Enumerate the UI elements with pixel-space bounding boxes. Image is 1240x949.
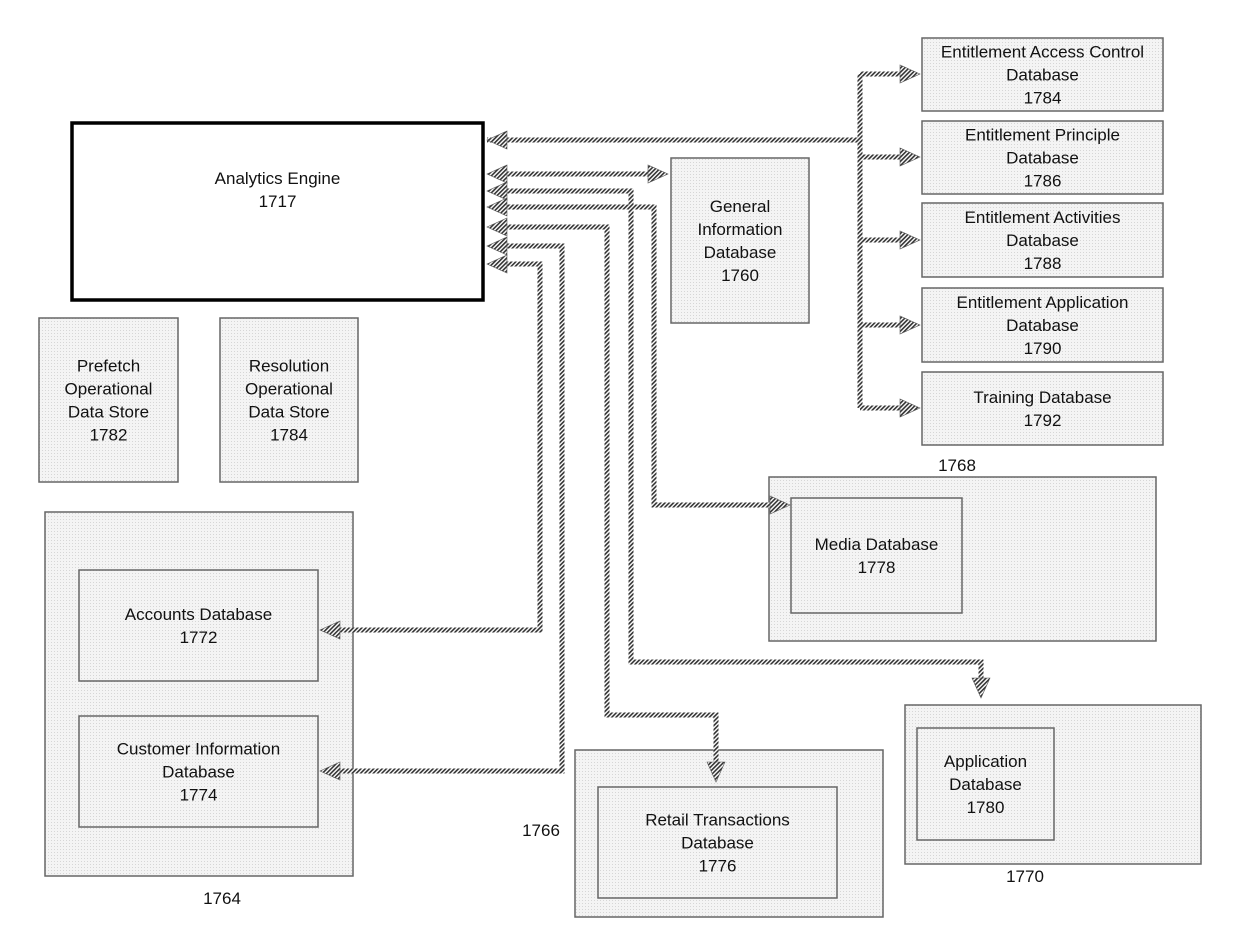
node-label-line: Media Database: [815, 535, 939, 554]
node-customer-info-db: Customer Information Database 1774: [78, 715, 319, 828]
node-label-line: Database: [681, 834, 754, 853]
arrow-head-icon: [486, 254, 508, 274]
node-ent-activities-db: Entitlement Activities Database 1788: [921, 202, 1164, 278]
node-media-db: Media Database 1778: [790, 497, 963, 614]
node-label-line: Analytics Engine: [215, 169, 341, 188]
arrow-head-icon: [971, 677, 991, 699]
node-label-line: 1780: [967, 798, 1005, 817]
node-label-line: 1760: [721, 266, 759, 285]
node-label-line: Operational: [245, 380, 333, 399]
node-label-line: Customer Information: [117, 740, 280, 759]
node-box: [921, 371, 1164, 446]
node-label-line: Entitlement Principle: [965, 126, 1120, 145]
node-application-db: Application Database 1780: [916, 727, 1055, 841]
node-prefetch-ods: Prefetch Operational Data Store 1782: [38, 317, 179, 483]
node-label-line: Data Store: [68, 403, 149, 422]
node-label-line: Database: [1006, 231, 1079, 250]
node-label-line: Entitlement Activities: [965, 208, 1121, 227]
group-1766-label: 1766: [522, 821, 560, 840]
arrow-head-icon: [899, 230, 921, 250]
node-general-info-db: General Information Database 1760: [670, 157, 810, 324]
node-label-line: Information: [697, 220, 782, 239]
node-label-line: Operational: [65, 380, 153, 399]
arrow-head-icon: [647, 164, 669, 184]
group-1764-label: 1764: [203, 889, 241, 908]
edge-engine-customer-info-db: [340, 243, 565, 774]
node-label-line: 1782: [90, 426, 128, 445]
arrow-head-icon: [486, 217, 508, 237]
arrow-head-icon: [486, 197, 508, 217]
node-label-line: General: [710, 197, 770, 216]
arrow-head-icon: [486, 236, 508, 256]
node-label-line: 1776: [699, 857, 737, 876]
arrow-head-icon: [899, 398, 921, 418]
edge-engine-accounts-db: [340, 261, 543, 633]
node-label-line: Training Database: [973, 388, 1111, 407]
node-box: [790, 497, 963, 614]
arrow-head-icon: [899, 147, 921, 167]
node-label-line: 1788: [1024, 254, 1062, 273]
node-label-line: 1784: [270, 426, 308, 445]
group-1770-label: 1770: [1006, 867, 1044, 886]
node-label-line: Application: [944, 752, 1027, 771]
arrow-head-icon: [486, 130, 508, 150]
node-label-line: Database: [162, 763, 235, 782]
arrow-head-icon: [486, 181, 508, 201]
node-label-line: 1790: [1024, 339, 1062, 358]
node-accounts-db: Accounts Database 1772: [78, 569, 319, 682]
node-box: [219, 317, 359, 483]
arrow-head-icon: [486, 164, 508, 184]
node-label-line: Database: [1006, 149, 1079, 168]
node-label-line: 1778: [858, 558, 896, 577]
node-label-line: 1786: [1024, 172, 1062, 191]
node-analytics-engine: Analytics Engine 1717: [70, 121, 485, 302]
group-1768-label: 1768: [938, 456, 976, 475]
node-label-line: Database: [949, 775, 1022, 794]
node-label-line: 1784: [1024, 89, 1062, 108]
arrow-head-icon: [899, 315, 921, 335]
node-label-line: 1717: [259, 192, 297, 211]
node-label-line: 1772: [180, 628, 218, 647]
node-label-line: Entitlement Application: [957, 293, 1129, 312]
node-ent-application-db: Entitlement Application Database 1790: [921, 287, 1164, 363]
node-box: [78, 569, 319, 682]
node-label-line: 1774: [180, 786, 218, 805]
node-resolution-ods: Resolution Operational Data Store 1784: [219, 317, 359, 483]
node-label-line: Entitlement Access Control: [941, 43, 1144, 62]
node-label-line: Accounts Database: [125, 605, 272, 624]
node-label-line: Retail Transactions: [645, 811, 790, 830]
node-label-line: Resolution: [249, 357, 329, 376]
arrow-head-icon: [899, 64, 921, 84]
node-retail-tx-db: Retail Transactions Database 1776: [597, 786, 838, 899]
node-ent-principle-db: Entitlement Principle Database 1786: [921, 120, 1164, 195]
node-label-line: 1792: [1024, 411, 1062, 430]
node-ent-access-control-db: Entitlement Access Control Database 1784: [921, 37, 1164, 112]
node-label-line: Prefetch: [77, 357, 140, 376]
node-box: [70, 121, 485, 302]
node-training-db: Training Database 1792: [921, 371, 1164, 446]
node-box: [670, 157, 810, 324]
node-label-line: Database: [1006, 66, 1079, 85]
node-label-line: Database: [1006, 316, 1079, 335]
architecture-diagram: 1764 1766 1768 1770 Analytics Engine 1717…: [38, 37, 1202, 918]
node-label-line: Database: [704, 243, 777, 262]
node-label-line: Data Store: [248, 403, 329, 422]
node-box: [38, 317, 179, 483]
